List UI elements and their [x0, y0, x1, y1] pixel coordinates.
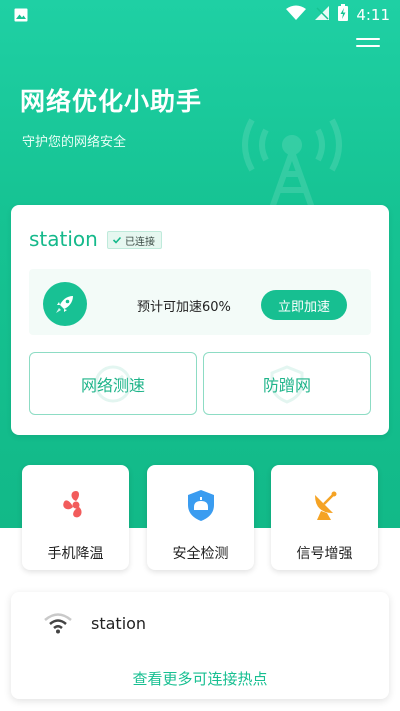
connected-badge: 已连接 — [107, 231, 162, 249]
app-title: 网络优化小助手 — [20, 87, 203, 116]
security-check-button[interactable]: 安全检测 — [147, 465, 254, 570]
signal-boost-label: 信号增强 — [296, 546, 353, 562]
signal-tower-icon — [232, 100, 352, 214]
speedometer-icon — [94, 365, 132, 402]
shield-outline-icon — [270, 364, 304, 404]
phone-cooling-button[interactable]: 手机降温 — [22, 465, 129, 570]
hotspot-card: station 查看更多可连接热点 — [11, 592, 389, 699]
clock: 4:11 — [356, 5, 390, 24]
phone-cooling-label: 手机降温 — [47, 546, 104, 562]
current-ssid: station — [29, 227, 98, 251]
speed-test-button[interactable]: 网络测速 — [29, 352, 197, 415]
wifi-icon — [44, 613, 72, 634]
fan-icon — [63, 491, 82, 518]
more-hotspots-link[interactable]: 查看更多可连接热点 — [11, 668, 389, 689]
signal-boost-button[interactable]: 信号增强 — [271, 465, 378, 570]
wifi-signal-icon — [286, 5, 307, 25]
anti-freeload-button[interactable]: 防蹭网 — [203, 352, 371, 415]
boost-estimate-text: 预计可加速60% — [137, 300, 231, 315]
status-bar: 4:11 — [0, 0, 400, 28]
menu-button[interactable] — [356, 38, 380, 50]
gallery-notification-icon — [14, 7, 28, 26]
security-check-label: 安全检测 — [172, 546, 229, 562]
cellular-signal-icon — [314, 5, 330, 25]
network-card: station 已连接 预计可加速60% 立即加速 网络测速 防蹭网 — [11, 205, 389, 435]
shield-icon — [188, 490, 214, 521]
connected-label: 已连接 — [125, 236, 155, 248]
boost-now-button[interactable]: 立即加速 — [261, 290, 347, 320]
hotspot-item[interactable]: station — [91, 614, 146, 633]
boost-panel: 预计可加速60% 立即加速 — [29, 269, 371, 335]
app-subtitle: 守护您的网络安全 — [22, 135, 127, 150]
check-icon — [112, 236, 122, 244]
satellite-dish-icon — [315, 491, 337, 520]
battery-charging-icon — [338, 4, 349, 25]
rocket-icon — [43, 282, 87, 326]
